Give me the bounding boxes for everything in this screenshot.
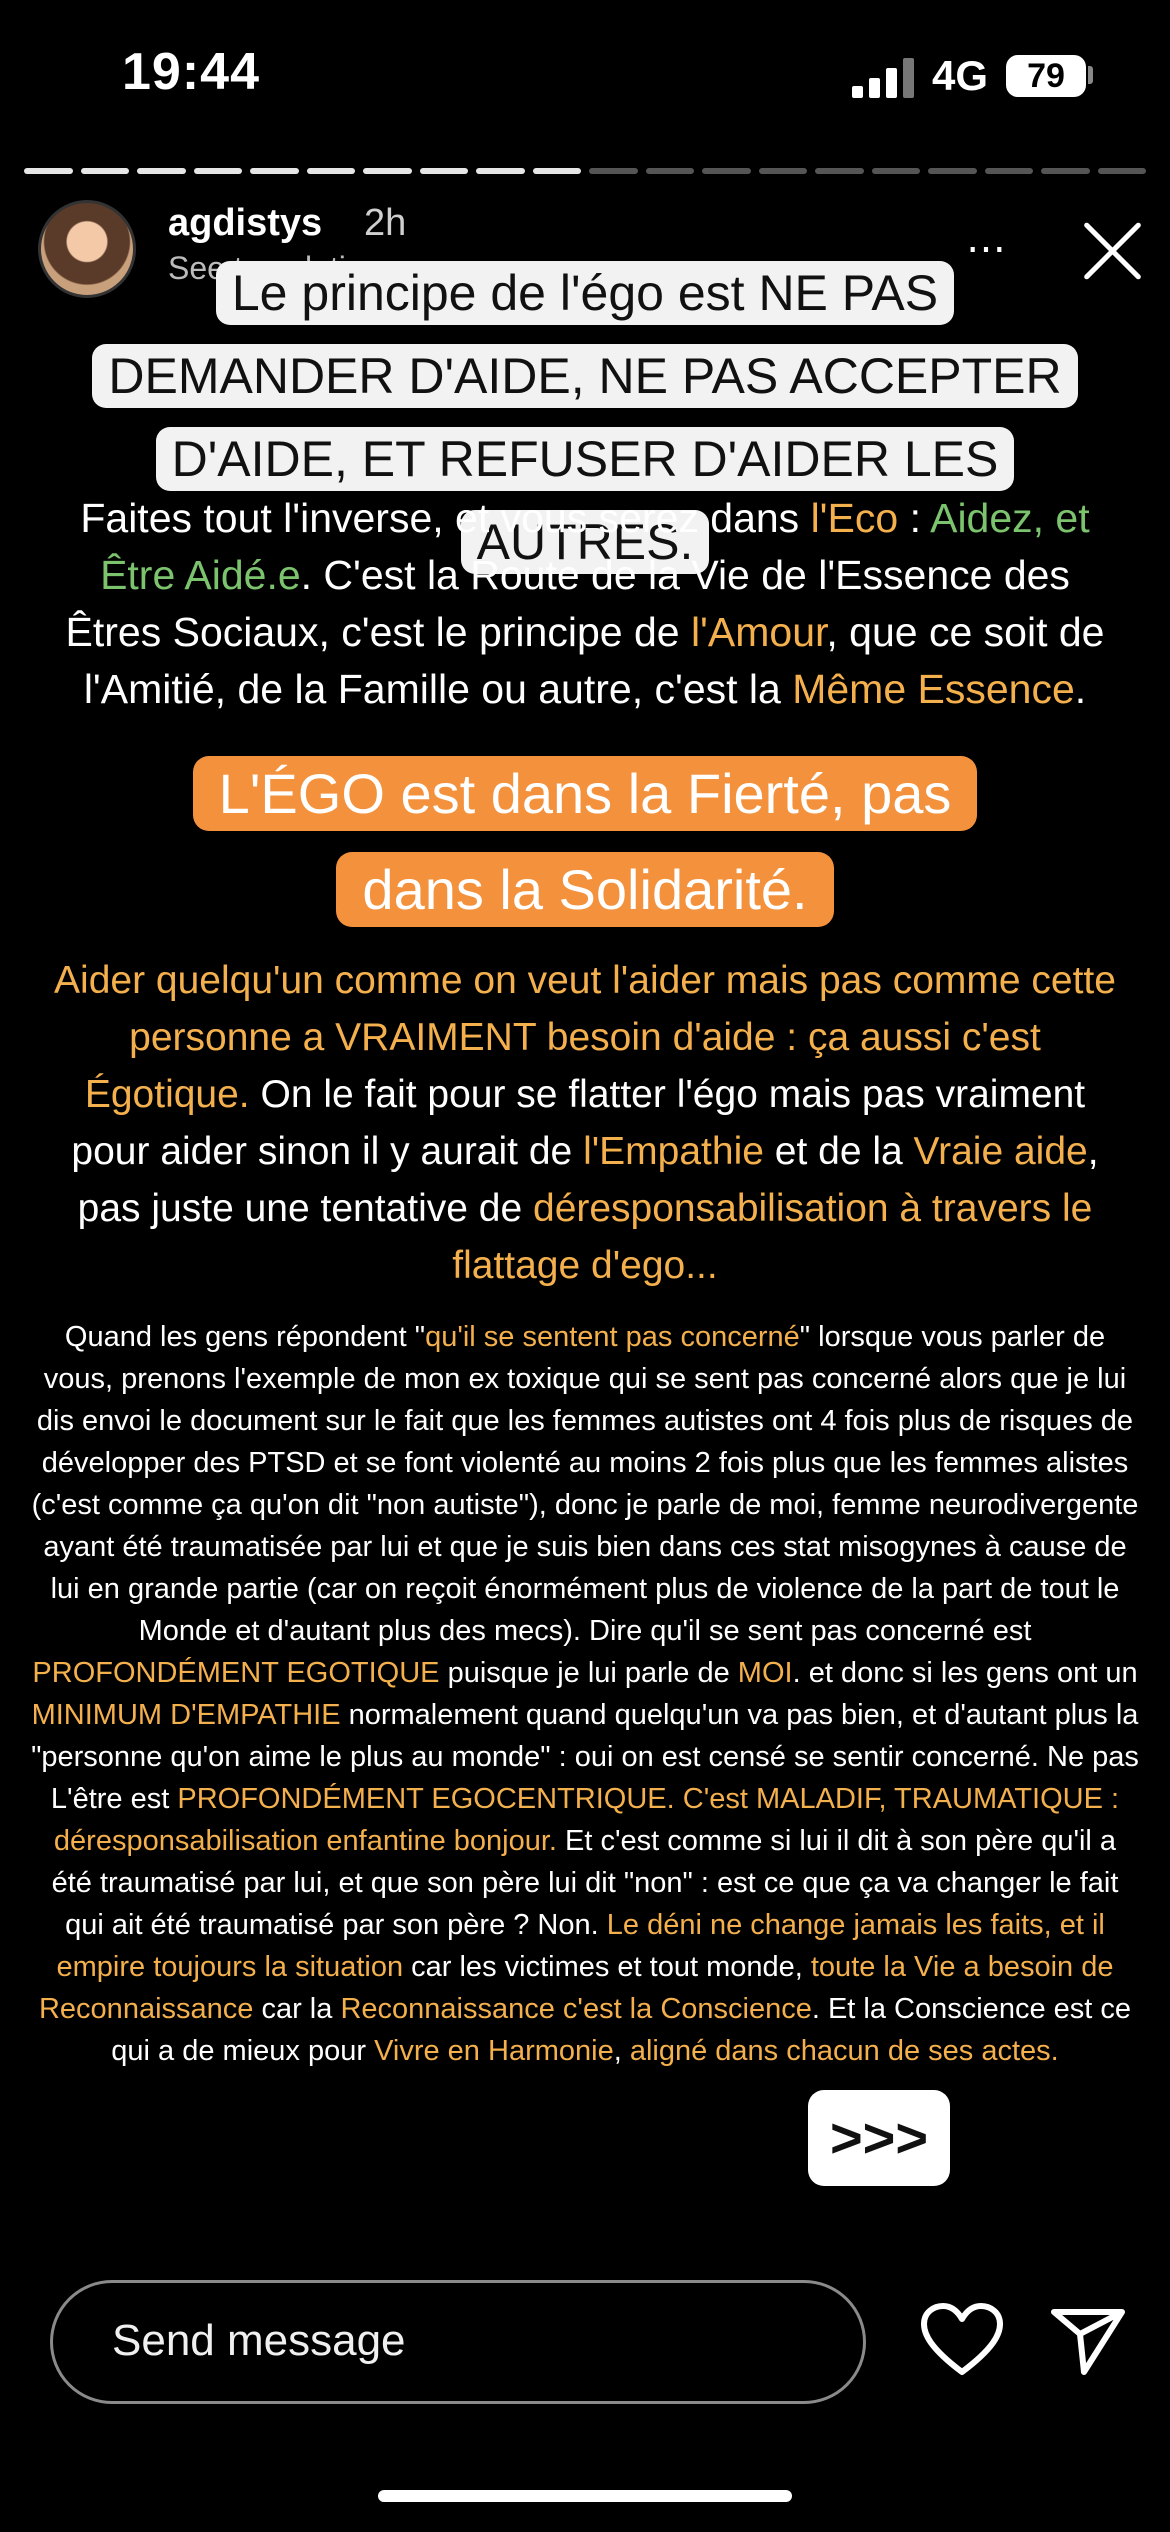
- text-run: ,: [613, 2035, 630, 2067]
- progress-segment: [250, 168, 299, 174]
- progress-segment: [476, 168, 525, 174]
- text-run: l'Empathie: [583, 1130, 764, 1173]
- text-run: Vivre en Harmonie: [374, 2035, 614, 2067]
- text-run: Même Essence: [792, 666, 1075, 712]
- next-sticker-button[interactable]: >>>: [808, 2090, 950, 2186]
- username[interactable]: agdistys: [168, 202, 322, 245]
- progress-segment: [702, 168, 751, 174]
- text-run: " lorsque vous parler de vous, prenons l…: [31, 1321, 1139, 1647]
- text-run: [675, 1783, 683, 1815]
- progress-segment: [758, 168, 807, 174]
- text-run: car la: [253, 1993, 341, 2025]
- home-indicator: [378, 2490, 792, 2502]
- progress-segment: [24, 168, 73, 174]
- text-run: MOI: [737, 1657, 793, 1689]
- ego-fierte-text: L'ÉGO est dans la Fierté, pas dans la So…: [192, 756, 978, 927]
- progress-segment: [80, 168, 129, 174]
- signal-icon: [852, 58, 916, 98]
- text-run: PROFONDÉMENT EGOTIQUE: [32, 1657, 440, 1689]
- progress-segment: [871, 168, 920, 174]
- text-run: Faites tout l'inverse, et vous serez dan…: [80, 495, 811, 541]
- send-message-placeholder: Send message: [112, 2316, 406, 2365]
- text-run: .: [1074, 666, 1087, 712]
- story-progress-bar: [24, 168, 1146, 174]
- progress-segment: [1041, 168, 1090, 174]
- progress-segment: [306, 168, 355, 174]
- progress-segment: [1097, 168, 1146, 174]
- text-run: Quand les gens répondent ": [64, 1321, 426, 1353]
- progress-segment: [645, 168, 694, 174]
- text-run: Reconnaissance c'est la Conscience: [340, 1993, 812, 2025]
- text-run: puisque je lui parle de: [439, 1657, 738, 1689]
- progress-segment: [532, 168, 581, 174]
- text-run: déresponsabilisation à travers le flatta…: [452, 1187, 1093, 1287]
- text-run: PROFONDÉMENT EGOCENTRIQUE.: [177, 1783, 675, 1815]
- text-run: l'Amour: [690, 609, 827, 655]
- progress-segment: [928, 168, 977, 174]
- progress-segment: [419, 168, 468, 174]
- text-run: aligné dans chacun de ses actes.: [629, 2035, 1059, 2067]
- progress-segment: [589, 168, 638, 174]
- text-run: et de la: [763, 1130, 914, 1173]
- progress-segment: [363, 168, 412, 174]
- progress-segment: [137, 168, 186, 174]
- heart-icon[interactable]: [920, 2302, 1004, 2378]
- progress-segment: [815, 168, 864, 174]
- text-run: car les victimes et tout monde,: [403, 1951, 811, 1983]
- battery-icon: 79: [1006, 55, 1086, 97]
- text-run: . et donc si les gens ont un: [792, 1657, 1138, 1689]
- network-type: 4G: [932, 52, 989, 99]
- status-time: 19:44: [122, 43, 260, 101]
- text-run: qu'il se sentent pas concerné: [425, 1321, 800, 1353]
- paragraph-eco: Faites tout l'inverse, et vous serez dan…: [50, 490, 1120, 718]
- paragraph-details: Quand les gens répondent "qu'il se sente…: [30, 1316, 1140, 2072]
- battery-tip: [1088, 66, 1093, 84]
- orange-highlight-box: L'ÉGO est dans la Fierté, pas dans la So…: [160, 746, 1010, 938]
- paragraph-aider: Aider quelqu'un comme on veut l'aider ma…: [48, 952, 1122, 1294]
- text-run: l'Eco: [810, 495, 899, 541]
- text-run: :: [898, 495, 931, 541]
- story-time: 2h: [364, 202, 407, 244]
- text-run: MINIMUM D'EMPATHIE: [31, 1699, 341, 1731]
- text-run: Vraie aide: [913, 1130, 1088, 1173]
- progress-segment: [984, 168, 1033, 174]
- progress-segment: [193, 168, 242, 174]
- send-icon[interactable]: [1050, 2304, 1126, 2376]
